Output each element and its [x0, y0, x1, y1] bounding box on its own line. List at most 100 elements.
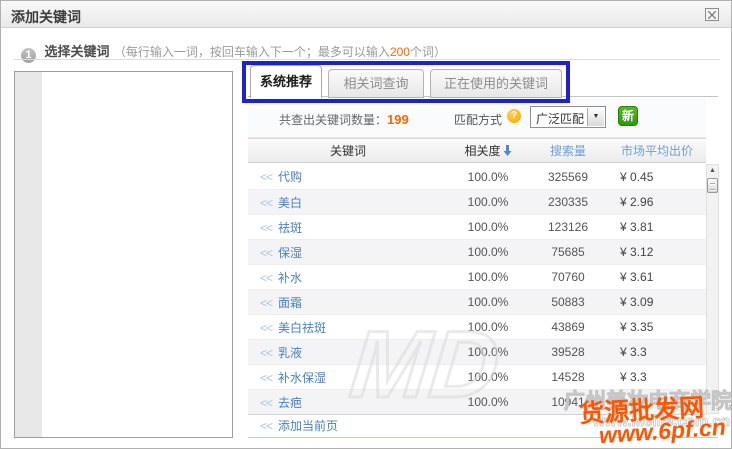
table-row: <<代购 100.0% 325569 ¥ 0.45 [248, 164, 706, 189]
relevance-value: 100.0% [448, 370, 528, 384]
add-arrows-icon: << [260, 346, 272, 360]
header-avg-bid[interactable]: 市场平均出价 [608, 142, 706, 159]
relevance-value: 100.0% [448, 320, 528, 334]
table-header: 关键词 相关度 搜索量 市场平均出价 [248, 138, 706, 163]
relevance-value: 100.0% [448, 270, 528, 284]
scrollbar-thumb[interactable] [707, 178, 718, 193]
search-volume-value: 123126 [528, 220, 608, 234]
match-type-label: 匹配方式 [454, 111, 502, 128]
table-row: <<美白 100.0% 230335 ¥ 2.96 [248, 189, 706, 214]
tab-related-word-query[interactable]: 相关词查询 [328, 69, 424, 98]
help-icon[interactable]: ? [507, 109, 521, 123]
avg-bid-value: ¥ 2.96 [608, 195, 706, 209]
add-keyword-link[interactable]: <<补水保湿 [260, 371, 326, 385]
search-volume-value: 325569 [528, 170, 608, 184]
avg-bid-value: ¥ 3.09 [608, 295, 706, 309]
new-badge: 新 [618, 106, 638, 126]
relevance-value: 100.0% [448, 170, 528, 184]
add-keywords-dialog: 添加关键词 1 选择关键词 （每行输入一词，按回车输入下一个；最多可以输入200… [0, 0, 732, 449]
avg-bid-value: ¥ 3.81 [608, 220, 706, 234]
chevron-down-icon[interactable]: ▼ [587, 108, 604, 126]
add-keyword-link[interactable]: <<保湿 [260, 246, 302, 260]
relevance-value: 100.0% [448, 295, 528, 309]
table-row: <<去疤 100.0% 10941 [248, 389, 706, 414]
relevance-value: 100.0% [448, 245, 528, 259]
add-keyword-link[interactable]: <<去疤 [260, 396, 302, 410]
match-type-value: 广泛匹配 [536, 110, 584, 127]
step-number-badge: 1 [21, 48, 36, 63]
table-row: <<祛斑 100.0% 123126 ¥ 3.81 [248, 214, 706, 239]
avg-bid-value: ¥ 3.35 [608, 320, 706, 334]
add-arrows-icon: << [260, 196, 272, 210]
keyword-count-value: 199 [387, 112, 409, 127]
table-row: <<补水 100.0% 70760 ¥ 3.61 [248, 264, 706, 289]
keyword-input-box [14, 71, 233, 438]
relevance-value: 100.0% [448, 195, 528, 209]
add-keyword-link[interactable]: <<祛斑 [260, 221, 302, 235]
thumb-ridge [710, 189, 715, 191]
search-volume-value: 70760 [528, 270, 608, 284]
search-volume-value: 75685 [528, 245, 608, 259]
relevance-value: 100.0% [448, 395, 528, 409]
avg-bid-value: ¥ 3.61 [608, 270, 706, 284]
add-keyword-link[interactable]: <<乳液 [260, 346, 302, 360]
header-search-volume[interactable]: 搜索量 [528, 142, 608, 159]
header-relevance-sort[interactable]: 相关度 [448, 142, 528, 159]
avg-bid-value: ¥ 0.45 [608, 170, 706, 184]
dialog-title: 添加关键词 [11, 7, 81, 27]
add-arrows-icon: << [260, 271, 272, 285]
avg-bid-value: ¥ 3.12 [608, 245, 706, 259]
tab-keywords-in-use[interactable]: 正在使用的关键词 [430, 69, 562, 98]
add-arrows-icon: << [260, 396, 272, 410]
search-volume-value: 10941 [528, 395, 608, 409]
dialog-titlebar: 添加关键词 [1, 1, 731, 28]
keyword-textarea[interactable] [42, 72, 232, 437]
table-row: <<美白祛斑 100.0% 43869 ¥ 3.35 [248, 314, 706, 339]
table-row: <<保湿 100.0% 75685 ¥ 3.12 [248, 239, 706, 264]
header-keyword: 关键词 [248, 142, 448, 159]
footer-row: <<添加当前页 [248, 414, 706, 436]
search-volume-value: 39528 [528, 345, 608, 359]
search-volume-value: 14528 [528, 370, 608, 384]
search-volume-value: 50883 [528, 295, 608, 309]
add-arrows-icon: << [260, 296, 272, 310]
relevance-value: 100.0% [448, 220, 528, 234]
table-row: <<乳液 100.0% 39528 ¥ 3.3 [248, 339, 706, 364]
add-arrows-icon: << [260, 321, 272, 335]
add-arrows-icon: << [260, 221, 272, 235]
table-body: <<代购 100.0% 325569 ¥ 0.45 <<美白 100.0% 23… [248, 164, 706, 414]
recommend-panel: 系统推荐 相关词查询 正在使用的关键词 共查出关键词数量：199 匹配方式 ? … [248, 63, 718, 438]
add-keyword-link[interactable]: <<美白祛斑 [260, 321, 326, 335]
add-keyword-link[interactable]: <<面霜 [260, 296, 302, 310]
add-arrows-icon: << [260, 170, 272, 184]
add-keyword-link[interactable]: <<美白 [260, 196, 302, 210]
thumb-ridge [710, 183, 715, 185]
avg-bid-value: ¥ 3.3 [608, 345, 706, 359]
divider [14, 59, 720, 60]
avg-bid-value: ¥ 3.3 [608, 370, 706, 384]
add-current-page-link[interactable]: <<添加当前页 [260, 419, 338, 433]
add-keyword-link[interactable]: <<补水 [260, 271, 302, 285]
step-label: 选择关键词 [44, 44, 109, 59]
stats-bar: 共查出关键词数量：199 匹配方式 ? 广泛匹配 ▼ 新 [248, 98, 706, 138]
match-type-select[interactable]: 广泛匹配 ▼ [530, 106, 606, 128]
add-arrows-icon: << [260, 419, 272, 433]
add-arrows-icon: << [260, 371, 272, 385]
tab-system-recommend[interactable]: 系统推荐 [250, 65, 322, 98]
search-volume-value: 43869 [528, 320, 608, 334]
textarea-gutter [15, 72, 42, 437]
search-volume-value: 230335 [528, 195, 608, 209]
step-hint: （每行输入一词，按回车输入下一个；最多可以输入200个词） [114, 45, 446, 59]
table-row: <<补水保湿 100.0% 14528 ¥ 3.3 [248, 364, 706, 389]
step-heading: 1 选择关键词 （每行输入一词，按回车输入下一个；最多可以输入200个词） [21, 41, 446, 59]
keyword-count: 共查出关键词数量：199 [279, 111, 409, 128]
table-scrollbar[interactable]: ▲ [706, 164, 719, 414]
sort-desc-icon [503, 145, 512, 159]
add-keyword-link[interactable]: <<代购 [260, 170, 302, 184]
close-icon[interactable] [705, 8, 719, 21]
table-row: <<面霜 100.0% 50883 ¥ 3.09 [248, 289, 706, 314]
add-arrows-icon: << [260, 246, 272, 260]
tabs-bar: 系统推荐 相关词查询 正在使用的关键词 [248, 63, 718, 97]
max-count-highlight: 200 [390, 45, 410, 59]
scroll-up-icon[interactable]: ▲ [707, 165, 718, 177]
